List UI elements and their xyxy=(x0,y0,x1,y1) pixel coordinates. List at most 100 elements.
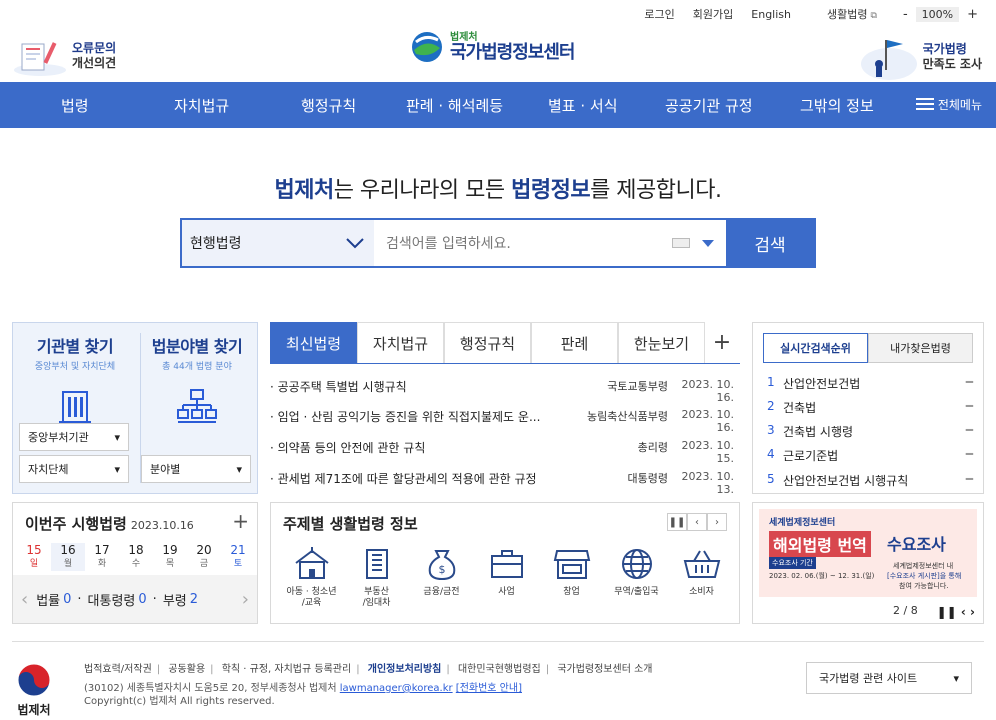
nav-admin-rules[interactable]: 행정규칙 xyxy=(301,95,356,116)
weekly-laws-more-button[interactable]: + xyxy=(232,509,249,533)
footer-link-copyright[interactable]: 법적효력/저작권 xyxy=(84,664,152,675)
english-link[interactable]: English xyxy=(751,8,791,21)
weekly-counts: ‹ 법률 0 · 대통령령 0 · 부령 2 › xyxy=(13,575,257,623)
field-find: 법분야별 찾기 총 44개 법령 분야 xyxy=(141,333,253,429)
nav-laws[interactable]: 법령 xyxy=(61,95,89,116)
rank-item[interactable]: 3 건축법 시행령 ━ xyxy=(767,423,973,440)
rank-title[interactable]: 건축법 xyxy=(783,399,816,416)
survey-link[interactable]: 국가법령 만족도 조사 xyxy=(859,34,982,80)
topic-trade[interactable]: 무역/출입국 xyxy=(604,547,669,609)
footer-link-about[interactable]: 국가법령정보센터 소개 xyxy=(557,664,652,675)
rank-title[interactable]: 건축법 시행령 xyxy=(783,423,853,440)
related-sites-select[interactable]: 국가법령 관련 사이트 ▾ xyxy=(806,662,972,694)
tab-realtime-rank[interactable]: 실시간검색순위 xyxy=(763,333,868,363)
pause-icon[interactable]: ❚❚ xyxy=(667,513,687,531)
tab-local-laws[interactable]: 자치법규 xyxy=(357,322,444,363)
topic-consumer[interactable]: 소비자 xyxy=(669,547,734,609)
nav-local-laws[interactable]: 자치법규 xyxy=(174,95,229,116)
chevron-left-icon[interactable]: ‹ xyxy=(961,605,966,619)
login-link[interactable]: 로그인 xyxy=(644,6,674,22)
nav-public-rules[interactable]: 공공기관 규정 xyxy=(665,95,753,116)
site-logo[interactable]: 법제처 국가법령정보센터 xyxy=(410,30,575,64)
day-number: 18 xyxy=(128,543,144,557)
life-law-link[interactable]: 생활법령 ⧉ xyxy=(809,6,877,22)
rank-title[interactable]: 근로기준법 xyxy=(783,447,838,464)
day-item[interactable]: 16 월 xyxy=(51,543,85,571)
chevron-right-icon[interactable]: › xyxy=(234,589,257,610)
field-find-title[interactable]: 법분야별 찾기 xyxy=(141,333,253,357)
footer-phone-link[interactable]: [전화번호 안내] xyxy=(456,683,522,694)
topic-child-education[interactable]: 아동 · 청소년/교육 xyxy=(279,547,344,609)
decree-count[interactable]: 0 xyxy=(138,592,146,607)
nav-other-info[interactable]: 그밖의 정보 xyxy=(800,95,874,116)
day-item[interactable]: 19 목 xyxy=(153,543,187,571)
rank-title[interactable]: 산업안전보건법 시행규칙 xyxy=(783,472,908,489)
tab-precedents[interactable]: 판례 xyxy=(531,322,618,363)
law-title[interactable]: · 관세법 제71조에 따른 할당관세의 적용에 관한 규정 xyxy=(270,470,570,496)
rank-title[interactable]: 산업안전보건법 xyxy=(783,375,860,392)
rank-item[interactable]: 4 근로기준법 ━ xyxy=(767,447,973,464)
local-gov-select[interactable]: 자치단체 ▾ xyxy=(19,455,129,483)
agency-find-title[interactable]: 기관별 찾기 xyxy=(19,333,131,357)
hero-part1: 법제처 xyxy=(274,178,334,203)
chevron-left-icon[interactable]: ‹ xyxy=(687,513,707,531)
topic-startup[interactable]: 창업 xyxy=(539,547,604,609)
keyboard-icon[interactable] xyxy=(672,238,690,248)
law-row[interactable]: · 공공주택 특별법 시행규칙 국토교통부령 2023. 10. 16. xyxy=(270,378,740,404)
day-item[interactable]: 15 일 xyxy=(17,543,51,571)
logo-title: 국가법령정보센터 xyxy=(450,41,575,63)
search-dropdown-icon[interactable] xyxy=(702,239,714,247)
day-label: 월 xyxy=(63,559,73,569)
related-sites-value: 국가법령 관련 사이트 xyxy=(819,672,918,685)
search-scope-select[interactable]: 현행법령 xyxy=(182,220,374,266)
ordinance-count[interactable]: 2 xyxy=(190,592,198,607)
banner-image[interactable]: 세계법제정보센터 해외법령 번역 수요조사 수요조사 기간 2023. 02. … xyxy=(759,509,977,597)
topic-business[interactable]: 사업 xyxy=(474,547,539,609)
topic-real-estate[interactable]: 부동산/임대차 xyxy=(344,547,409,609)
error-report-link[interactable]: 오류문의 개선의견 xyxy=(12,34,116,78)
zoom-in-button[interactable]: + xyxy=(963,7,982,22)
day-item[interactable]: 20 금 xyxy=(187,543,221,571)
day-item[interactable]: 18 수 xyxy=(119,543,153,571)
law-row[interactable]: · 관세법 제71조에 따른 할당관세의 적용에 관한 규정 대통령령 2023… xyxy=(270,470,740,496)
footer-link-privacy[interactable]: 개인정보처리방침 xyxy=(368,664,442,675)
tab-my-laws[interactable]: 내가찾은법령 xyxy=(868,333,973,363)
tab-overview[interactable]: 한눈보기 xyxy=(618,322,705,363)
pause-icon[interactable]: ❚❚ xyxy=(937,605,957,619)
nav-precedents[interactable]: 판례 · 해석례등 xyxy=(406,95,503,116)
footer-link-sharing[interactable]: 공동활용 xyxy=(168,664,205,675)
chevron-right-icon[interactable]: › xyxy=(707,513,727,531)
law-row[interactable]: · 의약품 등의 안전에 관한 규칙 총리령 2023. 10. 15. xyxy=(270,439,740,465)
tab-latest-laws[interactable]: 최신법령 xyxy=(270,322,357,363)
rank-item[interactable]: 1 산업안전보건법 ━ xyxy=(767,375,973,392)
rank-item[interactable]: 5 산업안전보건법 시행규칙 ━ xyxy=(767,472,973,489)
day-item[interactable]: 21 토 xyxy=(221,543,255,571)
law-title[interactable]: · 임업 · 산림 공익기능 증진을 위한 직접지불제도 운... xyxy=(270,408,570,434)
law-title[interactable]: · 공공주택 특별법 시행규칙 xyxy=(270,378,570,404)
search-button[interactable]: 검색 xyxy=(726,220,814,266)
field-select[interactable]: 분야별 ▾ xyxy=(141,455,251,483)
tab-admin-rules[interactable]: 행정규칙 xyxy=(444,322,531,363)
footer-link-registration[interactable]: 학칙 · 규정, 자치법규 등록관리 xyxy=(222,664,351,675)
chevron-right-icon[interactable]: › xyxy=(970,605,975,619)
footer-link-lawbook[interactable]: 대한민국현행법령집 xyxy=(458,664,541,675)
zoom-out-button[interactable]: - xyxy=(899,7,912,22)
banner-line5: 2023. 02. 06.(월) ~ 12. 31.(일) xyxy=(769,572,875,580)
search-input[interactable]: 검색어를 입력하세요. xyxy=(374,220,726,266)
topic-finance[interactable]: $ 금융/금전 xyxy=(409,547,474,609)
footer-email-link[interactable]: lawmanager@korea.kr xyxy=(340,683,453,694)
nav-tables-forms[interactable]: 별표 · 서식 xyxy=(548,95,618,116)
law-title[interactable]: · 의약품 등의 안전에 관한 규칙 xyxy=(270,439,570,465)
logo-sub: 법제처 xyxy=(450,31,478,43)
join-link[interactable]: 회원가입 xyxy=(693,6,733,22)
rank-item[interactable]: 2 건축법 ━ xyxy=(767,399,973,416)
day-number: 16 xyxy=(60,543,76,557)
law-count[interactable]: 0 xyxy=(63,592,71,607)
laws-more-button[interactable]: + xyxy=(705,322,739,363)
central-agency-select[interactable]: 중앙부처기관 ▾ xyxy=(19,423,129,451)
law-date: 2023. 10. 16. xyxy=(681,408,734,434)
law-row[interactable]: · 임업 · 산림 공익기능 증진을 위한 직접지불제도 운... 농림축산식품… xyxy=(270,408,740,434)
all-menu-button[interactable]: 전체메뉴 xyxy=(915,95,982,113)
chevron-left-icon[interactable]: ‹ xyxy=(13,589,36,610)
day-item[interactable]: 17 화 xyxy=(85,543,119,571)
